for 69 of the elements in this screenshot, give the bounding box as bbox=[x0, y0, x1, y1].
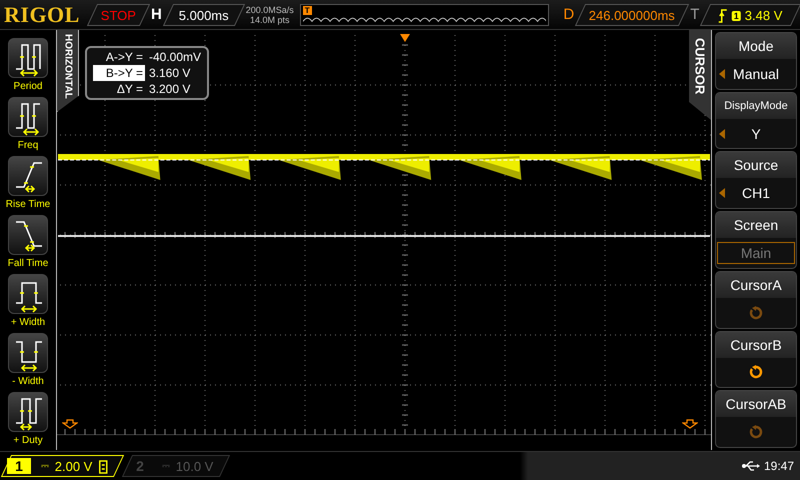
measure-label: Rise Time bbox=[6, 198, 50, 212]
menu-item-title: CursorB bbox=[716, 332, 796, 358]
menu-item-value: CH1 bbox=[742, 185, 770, 202]
coupling-symbol: ⎓ bbox=[41, 460, 49, 472]
menu-item[interactable]: CursorAB bbox=[715, 390, 797, 448]
menu-item-title: CursorA bbox=[716, 272, 796, 298]
menu-item[interactable]: CursorB bbox=[715, 330, 797, 388]
measure-button[interactable] bbox=[8, 38, 48, 78]
measure-button[interactable] bbox=[8, 392, 48, 432]
menu-item-value: Main bbox=[717, 242, 795, 264]
trigger-position-marker: T bbox=[302, 6, 312, 14]
menu-item[interactable]: DisplayMode Y bbox=[715, 92, 797, 150]
trigger-level: 3.48 V bbox=[745, 7, 783, 22]
channel-number: 1 bbox=[7, 458, 31, 474]
readout-value: 3.200 V bbox=[149, 81, 190, 97]
menu-item[interactable]: CursorA bbox=[715, 270, 797, 329]
measure-button[interactable] bbox=[8, 156, 48, 196]
horizontal-tab[interactable]: HORIZONTAL bbox=[57, 30, 79, 112]
menu-item-title: Screen bbox=[716, 212, 796, 238]
trigger-label: T bbox=[690, 6, 700, 23]
menu-item[interactable]: Mode Manual bbox=[715, 32, 797, 90]
measure-button[interactable] bbox=[8, 333, 48, 373]
readout-label: ΔY = bbox=[116, 81, 144, 97]
logo: RIGOL bbox=[4, 2, 80, 28]
left-arrow-icon bbox=[719, 68, 725, 79]
delay-label: D bbox=[563, 6, 574, 23]
timebase-value[interactable]: 5.000ms bbox=[162, 4, 245, 26]
readout-label: A->Y = bbox=[104, 49, 144, 65]
measure-button[interactable] bbox=[8, 97, 48, 137]
menu-item-value: Y bbox=[751, 126, 761, 142]
delay-value[interactable]: 246.000000ms bbox=[575, 4, 690, 26]
measure-label: + Width bbox=[10, 316, 46, 330]
readout-value: 3.160 V bbox=[149, 65, 190, 81]
rising-edge-icon bbox=[718, 8, 728, 22]
trigger-position-icon bbox=[400, 34, 410, 42]
cursor-marker-icon bbox=[62, 419, 78, 429]
menu-item-value: Manual bbox=[733, 66, 779, 82]
channel-badge: 1 bbox=[732, 10, 742, 20]
left-arrow-icon bbox=[719, 188, 725, 198]
readout-value: -40.00mV bbox=[149, 49, 202, 65]
measure-label: Period bbox=[14, 80, 42, 94]
bandwidth-limit-icon bbox=[98, 459, 108, 473]
memory-depth: 14.0M pts bbox=[250, 14, 290, 24]
channel-setting[interactable]: 1 ⎓ 2.00 V bbox=[0, 455, 124, 477]
run-stop-status[interactable]: STOP bbox=[86, 4, 150, 26]
clock-time: 19:47 bbox=[764, 459, 794, 473]
menu-item-title: DisplayMode bbox=[716, 92, 796, 119]
channel-scale: 2.00 V bbox=[55, 458, 93, 474]
trigger-setting[interactable]: 1 3.48 V bbox=[700, 4, 800, 26]
measure-button[interactable] bbox=[8, 274, 48, 314]
timebase-label: H bbox=[151, 6, 162, 23]
cursor-tab[interactable]: CURSOR bbox=[689, 30, 711, 120]
measure-label: Fall Time bbox=[8, 257, 48, 271]
coupling-symbol: ⎓ bbox=[162, 460, 170, 472]
measure-label: - Width bbox=[12, 375, 44, 389]
measure-label: Freq bbox=[18, 139, 38, 153]
readout-label: B->Y = bbox=[93, 65, 145, 81]
usb-icon bbox=[742, 461, 760, 471]
menu-item-title: Mode bbox=[716, 33, 796, 59]
cursor-marker-icon bbox=[682, 419, 698, 429]
menu-item-title: CursorAB bbox=[716, 391, 796, 418]
sample-rate: 200.0MSa/s bbox=[246, 4, 294, 14]
menu-item[interactable]: Source CH1 bbox=[715, 151, 797, 210]
measure-button[interactable] bbox=[8, 215, 48, 255]
menu-item-title: Source bbox=[716, 152, 796, 178]
measure-label: + Duty bbox=[13, 434, 43, 448]
left-arrow-icon bbox=[719, 128, 725, 139]
channel-scale: 10.0 V bbox=[176, 458, 214, 474]
channel-number: 2 bbox=[134, 458, 144, 474]
